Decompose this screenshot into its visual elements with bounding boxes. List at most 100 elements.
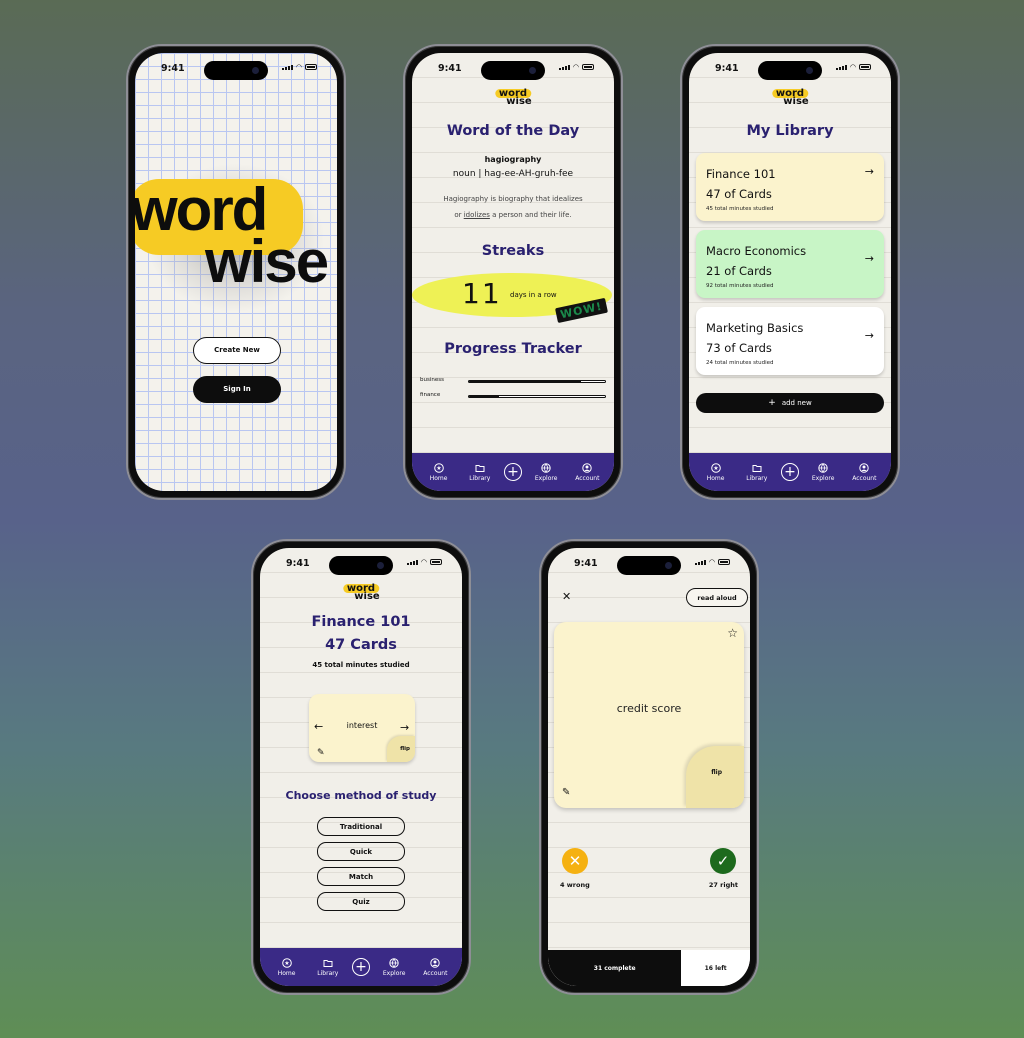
status-icons: ◠ xyxy=(281,63,317,71)
streak-label: days in a row xyxy=(510,291,557,299)
nav-explore[interactable]: Explore xyxy=(806,462,840,482)
account-icon xyxy=(430,957,441,968)
nav-account[interactable]: Account xyxy=(570,462,604,482)
page-curl xyxy=(686,746,744,808)
arrow-right-icon: → xyxy=(864,252,874,265)
arrow-right-icon: → xyxy=(864,165,874,178)
wifi-icon: ◠ xyxy=(849,63,856,71)
battery-icon xyxy=(582,64,594,70)
status-icons: ◠ xyxy=(694,558,730,566)
study-progress-complete: 31 complete xyxy=(548,950,682,986)
choose-method-title: Choose method of study xyxy=(285,789,437,802)
folder-icon xyxy=(752,464,762,472)
nav-explore[interactable]: Explore xyxy=(529,462,563,482)
add-new-button[interactable]: + add new xyxy=(696,393,884,413)
svg-text:★: ★ xyxy=(284,960,289,967)
nav-add-button[interactable]: + xyxy=(780,463,799,481)
star-icon[interactable]: ☆ xyxy=(727,626,738,640)
nav-add-button[interactable]: + xyxy=(351,958,370,976)
wifi-icon: ◠ xyxy=(295,63,302,71)
bottom-nav: ★ Home Library + Explore Account xyxy=(412,453,614,491)
dynamic-island xyxy=(758,61,822,80)
wrong-button[interactable]: ✕ xyxy=(562,848,588,874)
dynamic-island xyxy=(329,556,393,575)
read-aloud-button[interactable]: read aloud xyxy=(686,588,748,607)
library-screen: 9:41 ◠ word wise My Library Finance 101 4… xyxy=(689,53,891,491)
nav-account[interactable]: Account xyxy=(418,957,452,977)
battery-icon xyxy=(859,64,871,70)
home-star-icon: ★ xyxy=(281,957,292,968)
progress-label: finance xyxy=(420,392,441,398)
status-icons: ◠ xyxy=(406,559,442,566)
splash-logo-wise: wise xyxy=(205,228,329,295)
phone-library: 9:41 ◠ word wise My Library Finance 101 4… xyxy=(680,44,900,500)
home-star-icon: ★ xyxy=(433,462,444,473)
library-title: My Library xyxy=(746,123,834,139)
progress-fill xyxy=(469,381,581,382)
folder-icon xyxy=(323,959,333,967)
sign-in-button[interactable]: Sign In xyxy=(193,376,281,403)
home-star-icon: ★ xyxy=(710,462,721,473)
battery-icon xyxy=(305,64,317,70)
status-icons: ◠ xyxy=(835,63,871,71)
signal-icon xyxy=(281,65,293,70)
status-time: 9:41 xyxy=(161,63,185,74)
svg-text:★: ★ xyxy=(713,465,718,472)
progress-track xyxy=(468,380,606,383)
method-quick-button[interactable]: Quick xyxy=(317,842,405,861)
dynamic-island xyxy=(481,61,545,80)
progress-row-business: business xyxy=(420,377,606,389)
nav-library[interactable]: Library xyxy=(463,463,497,482)
flip-label[interactable]: flip xyxy=(400,746,410,752)
progress-track xyxy=(468,395,606,398)
nav-library[interactable]: Library xyxy=(740,463,774,482)
pencil-icon[interactable]: ✎ xyxy=(562,787,570,798)
bottom-nav: ★ Home Library + Explore Account xyxy=(689,453,891,491)
wifi-icon: ◠ xyxy=(708,558,715,566)
word-of-day-definition: Hagiography is biography that idealizes … xyxy=(443,195,583,219)
nav-library[interactable]: Library xyxy=(311,958,345,977)
progress-fill xyxy=(469,396,499,397)
nav-home[interactable]: ★ Home xyxy=(699,462,733,482)
study-progress-bar: 31 complete 16 left xyxy=(548,950,750,986)
progress-row-finance: finance xyxy=(420,392,606,404)
dynamic-island xyxy=(204,61,268,80)
account-icon xyxy=(859,462,870,473)
progress-label: business xyxy=(420,377,444,383)
nav-account[interactable]: Account xyxy=(847,462,881,482)
app-logo: word wise xyxy=(771,89,809,107)
study-screen: 9:41 ◠ ✕ read aloud ☆ credit score ✎ fli… xyxy=(548,548,750,986)
deck-card-marketing-basics[interactable]: Marketing Basics 73 of Cards 24 total mi… xyxy=(696,307,884,375)
x-icon: ✕ xyxy=(568,851,582,870)
method-quiz-button[interactable]: Quiz xyxy=(317,892,405,911)
right-count: 27 right xyxy=(708,881,738,889)
close-icon[interactable]: ✕ xyxy=(562,590,571,603)
arrow-left-icon[interactable]: ← xyxy=(314,720,323,733)
globe-icon xyxy=(818,462,828,473)
flashcard-term: credit score xyxy=(616,702,682,715)
word-of-day-pronunciation: noun | hag-ee-AH-gruh-fee xyxy=(452,169,574,179)
deck-minutes: 45 total minutes studied xyxy=(312,661,410,669)
flashcard[interactable]: ☆ credit score ✎ flip xyxy=(554,622,744,808)
plus-icon: + xyxy=(768,398,776,408)
deck-title: Finance 101 xyxy=(311,614,411,630)
signal-icon xyxy=(694,560,706,565)
nav-explore[interactable]: Explore xyxy=(377,957,411,977)
deck-card-finance-101[interactable]: Finance 101 47 of Cards 45 total minutes… xyxy=(696,153,884,221)
method-match-button[interactable]: Match xyxy=(317,867,405,886)
streaks-title: Streaks xyxy=(481,243,545,259)
deck-card-macro-economics[interactable]: Macro Economics 21 of Cards 92 total min… xyxy=(696,230,884,298)
nav-home[interactable]: ★ Home xyxy=(422,462,456,482)
nav-home[interactable]: ★ Home xyxy=(270,957,304,977)
flip-label[interactable]: flip xyxy=(711,769,722,776)
right-button[interactable]: ✓ xyxy=(710,848,736,874)
status-time: 9:41 xyxy=(574,558,598,569)
arrow-right-icon[interactable]: → xyxy=(400,721,409,734)
create-new-button[interactable]: Create New xyxy=(193,337,281,364)
idolizes-link[interactable]: idolizes xyxy=(464,211,490,219)
pencil-icon[interactable]: ✎ xyxy=(317,748,325,758)
check-icon: ✓ xyxy=(716,851,730,870)
globe-icon xyxy=(541,462,551,473)
method-traditional-button[interactable]: Traditional xyxy=(317,817,405,836)
nav-add-button[interactable]: + xyxy=(503,463,522,481)
